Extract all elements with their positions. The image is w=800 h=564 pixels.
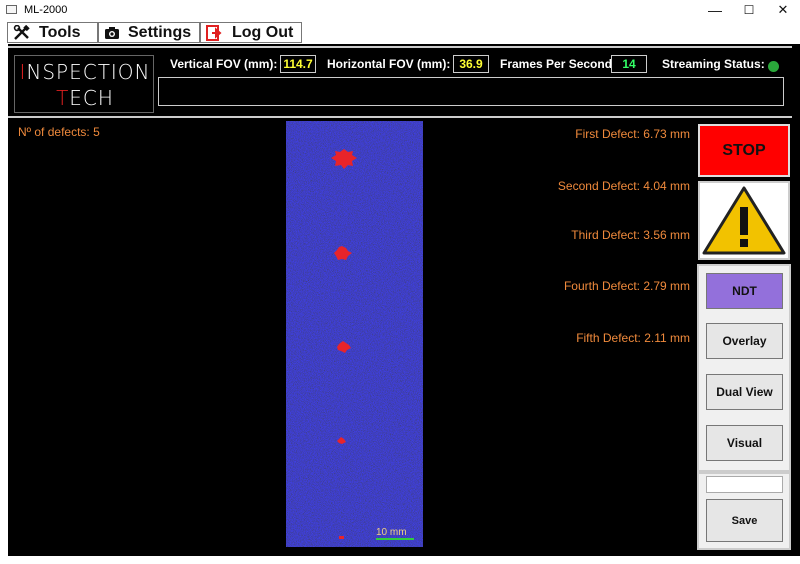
stop-button[interactable]: STOP: [698, 124, 790, 177]
horizontal-fov-label: Horizontal FOV (mm):: [327, 57, 451, 71]
warning-triangle-icon: [702, 186, 786, 255]
logo-line-1: INSPECTION: [19, 60, 151, 84]
window-bottom-edge: [0, 556, 800, 564]
fps-value: 14: [611, 55, 647, 73]
app-icon: [6, 5, 17, 14]
tools-icon: [13, 24, 31, 41]
streaming-status-indicator: [768, 61, 779, 72]
logout-label: Log Out: [232, 23, 294, 41]
vertical-fov-value: 114.7: [280, 55, 316, 73]
ndt-scan-image: [286, 121, 423, 547]
logo-line-2: TECH: [56, 86, 114, 110]
save-button[interactable]: Save: [706, 499, 783, 542]
defect-label: Second Defect: 4.04 mm: [557, 179, 690, 193]
menu-bar: Tools Settings Log Out: [0, 20, 800, 44]
save-filename-input[interactable]: [706, 476, 783, 493]
settings-label: Settings: [128, 23, 192, 41]
ndt-mode-button[interactable]: NDT: [706, 273, 783, 309]
defect-label: Fourth Defect: 2.79 mm: [563, 279, 690, 293]
visual-mode-button[interactable]: Visual: [706, 425, 783, 461]
title-bar: ML-2000 — ☐ ✕: [0, 0, 800, 21]
streaming-status-label: Streaming Status:: [662, 57, 765, 71]
inspection-tech-logo: INSPECTION TECH: [14, 55, 154, 113]
defect-label: Fifth Defect: 2.11 mm: [576, 331, 690, 345]
scale-bar: [376, 538, 414, 540]
scan-noise: [286, 121, 423, 547]
defect-label: First Defect: 6.73 mm: [575, 127, 690, 141]
warning-panel: [698, 181, 790, 260]
vertical-fov-label: Vertical FOV (mm):: [170, 57, 278, 71]
defect-label: Third Defect: 3.56 mm: [571, 228, 690, 242]
logout-button[interactable]: Log Out: [200, 22, 302, 43]
scale-label: 10 mm: [376, 527, 407, 538]
camera-icon: [104, 26, 120, 40]
maximize-button[interactable]: ☐: [732, 0, 766, 20]
window-title: ML-2000: [24, 4, 68, 16]
settings-button[interactable]: Settings: [98, 22, 200, 43]
overlay-mode-button[interactable]: Overlay: [706, 323, 783, 359]
tools-button[interactable]: Tools: [7, 22, 98, 43]
dual-view-button[interactable]: Dual View: [706, 374, 783, 410]
fps-label: Frames Per Second:: [500, 57, 617, 71]
logout-icon: [206, 24, 224, 41]
defect-spot: [339, 536, 344, 539]
close-button[interactable]: ✕: [766, 0, 800, 20]
minimize-button[interactable]: —: [698, 0, 732, 20]
message-box: [158, 77, 784, 106]
horizontal-fov-value: 36.9: [453, 55, 489, 73]
defects-count: Nº of defects: 5: [18, 125, 100, 139]
tools-label: Tools: [39, 23, 81, 41]
